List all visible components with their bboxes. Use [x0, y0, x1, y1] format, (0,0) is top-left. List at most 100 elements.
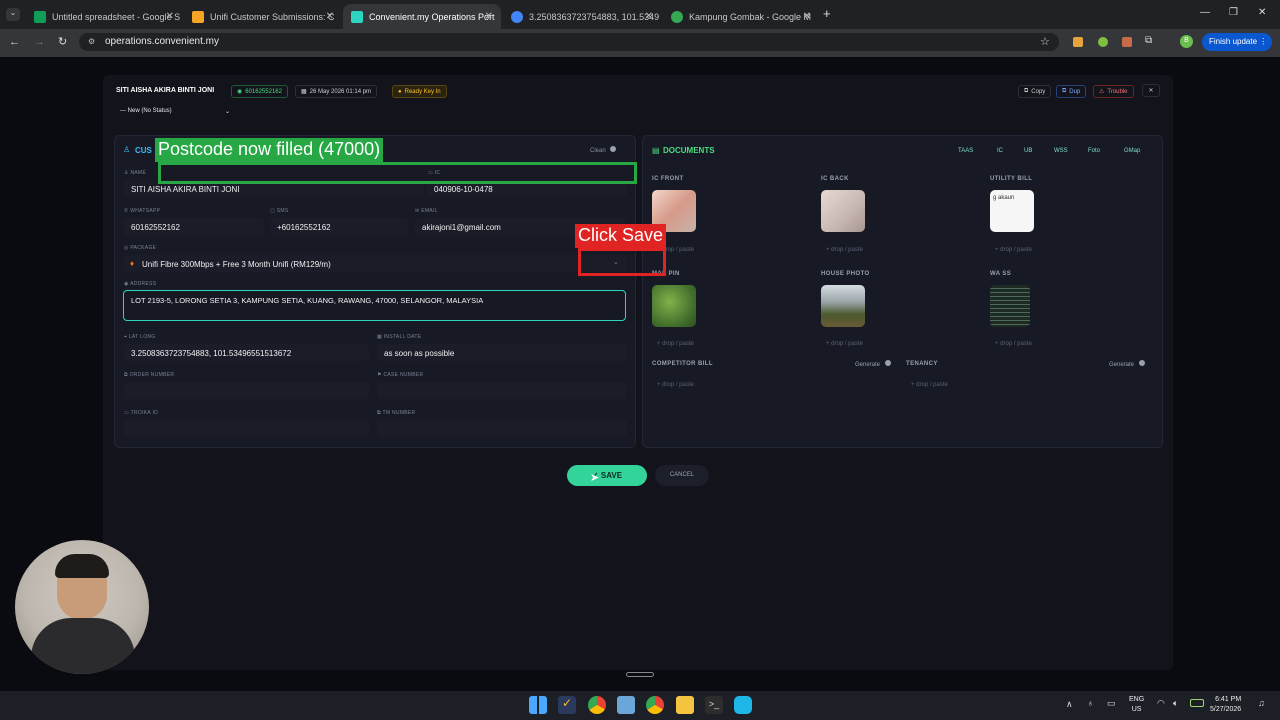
ic-back-thumbnail[interactable]	[821, 190, 865, 232]
copy-icon: ⧉	[1024, 88, 1029, 94]
competitor-generate-toggle[interactable]: Generate	[855, 360, 891, 368]
maximize-button[interactable]: ❐	[1229, 7, 1238, 18]
utility-bill-drop[interactable]: + drop / paste	[995, 247, 1032, 253]
tab-unifi[interactable]: Unifi Customer Submissions: C ✕	[184, 4, 342, 29]
back-icon[interactable]: ←	[9, 36, 20, 48]
extension-icon[interactable]	[1073, 37, 1083, 47]
app-icon[interactable]	[734, 696, 752, 714]
house-photo-drop[interactable]: + drop / paste	[826, 341, 863, 347]
close-icon[interactable]: ✕	[803, 11, 811, 22]
whatsapp-label: ✆ WHATSAPP	[124, 208, 161, 214]
file-explorer-icon[interactable]	[676, 696, 694, 714]
save-button[interactable]: ✓ SAVE	[567, 465, 647, 486]
battery-icon[interactable]	[1190, 699, 1204, 707]
case-number-field[interactable]	[377, 382, 627, 399]
notepad-icon[interactable]	[617, 696, 635, 714]
whatsapp-value: 60162552162	[131, 223, 180, 232]
dup-button[interactable]: ⧉ Dup	[1056, 85, 1087, 98]
tab-maps[interactable]: Kampung Gombak - Google M ✕	[663, 4, 819, 29]
wifi-icon[interactable]: ◠	[1157, 698, 1165, 709]
utility-bill-label: UTILITY BILL	[990, 176, 1033, 182]
puzzle-icon[interactable]: ⧉	[1145, 35, 1152, 46]
doc-chip-ic[interactable]: IC	[992, 144, 1008, 157]
install-date-value: as soon as possible	[384, 349, 455, 358]
warning-icon: ⚠	[1099, 89, 1105, 95]
terminal-icon[interactable]: >_	[705, 696, 723, 714]
competitor-bill-drop[interactable]: + drop / paste	[657, 382, 694, 388]
sheets-icon	[34, 10, 46, 23]
doc-chip-gmap[interactable]: GMap	[1119, 144, 1145, 157]
tab-operations[interactable]: Convenient.my Operations Port ✕	[343, 4, 501, 29]
chrome-icon[interactable]	[588, 696, 606, 714]
forward-icon[interactable]: →	[34, 36, 45, 48]
close-icon[interactable]: ✕	[166, 11, 174, 22]
close-modal-button[interactable]: ✕	[1142, 84, 1160, 97]
presenter-body	[31, 618, 135, 674]
trouble-button[interactable]: ⚠ Trouble	[1093, 85, 1134, 98]
sms-value: +60162552162	[277, 223, 331, 232]
doc-chip-ub[interactable]: UB	[1019, 144, 1037, 157]
order-number-label: ⧉ ORDER NUMBER	[124, 372, 175, 378]
toggle-dot	[884, 360, 891, 366]
close-window-button[interactable]: ✕	[1258, 7, 1266, 18]
extension-icon[interactable]	[1122, 37, 1132, 47]
display-icon[interactable]: ▭	[1107, 698, 1116, 709]
user-icon: ♙	[123, 145, 131, 154]
whatsapp-icon: ◉	[237, 89, 243, 95]
address-textarea[interactable]: LOT 2193-5, LORONG SETIA 3, KAMPUNG SETI…	[123, 290, 626, 321]
tenancy-label: TENANCY	[906, 361, 938, 367]
cancel-button[interactable]: CANCEL	[655, 465, 709, 486]
email-label: ✉ EMAIL	[415, 208, 438, 214]
tab-search-button[interactable]: ⌄	[6, 8, 20, 21]
wa-ss-thumbnail[interactable]	[990, 285, 1030, 327]
close-icon[interactable]: ✕	[485, 11, 493, 22]
tab-spreadsheet[interactable]: Untitled spreadsheet - Google S ✕	[26, 4, 182, 29]
tenancy-drop[interactable]: + drop / paste	[911, 382, 948, 388]
reload-icon[interactable]: ↻	[58, 35, 67, 48]
troika-id-field[interactable]	[124, 420, 369, 437]
notification-bell-icon[interactable]: ♫	[1258, 698, 1265, 708]
clock[interactable]: 6:41 PM 5/27/2026	[1210, 695, 1241, 715]
map-pin-thumbnail[interactable]	[652, 285, 696, 327]
profile-avatar[interactable]: B	[1180, 35, 1193, 48]
url-field[interactable]: operations.convenient.my	[79, 33, 1059, 51]
house-photo-thumbnail[interactable]	[821, 285, 865, 327]
volume-icon[interactable]: 🔈︎	[1173, 698, 1178, 709]
tab-latlong[interactable]: 3.2508363723754883, 101.5349 ✕	[503, 4, 661, 29]
scroll-handle[interactable]	[626, 672, 654, 677]
minimize-button[interactable]: —	[1200, 7, 1210, 18]
doc-chip-wss[interactable]: WSS	[1049, 144, 1073, 157]
ic-back-drop[interactable]: + drop / paste	[826, 247, 863, 253]
clean-toggle[interactable]: Clean	[590, 146, 617, 154]
mouse-cursor-icon: ➤	[590, 472, 600, 484]
whatsapp-chip[interactable]: ◉ 60162552162	[231, 85, 288, 98]
finish-update-button[interactable]: Finish update ⋮	[1202, 33, 1272, 51]
chevron-down-icon: ⌄	[224, 109, 230, 115]
utility-bill-thumbnail[interactable]: g akaun	[990, 190, 1034, 232]
bookmark-star-icon[interactable]: ☆	[1040, 35, 1050, 48]
copy-button[interactable]: ⧉ Copy	[1018, 85, 1052, 98]
order-number-field[interactable]	[124, 382, 369, 399]
map-pin-drop[interactable]: + drop / paste	[657, 341, 694, 347]
close-icon[interactable]: ✕	[326, 11, 334, 22]
tasks-icon[interactable]: ✓	[558, 696, 576, 714]
language-indicator[interactable]: ENG US	[1129, 695, 1144, 715]
doc-chip-taas[interactable]: TAAS	[953, 144, 978, 157]
webcam-overlay	[15, 540, 149, 674]
chrome-active-icon[interactable]	[646, 696, 664, 714]
competitor-bill-label: COMPETITOR BILL	[652, 361, 713, 367]
status-select[interactable]: — New (No Status) ⌄	[120, 106, 232, 118]
tenancy-generate-toggle[interactable]: Generate	[1109, 360, 1145, 368]
tray-overflow-icon[interactable]: ∧	[1066, 699, 1073, 710]
microphone-icon[interactable]: ♁	[1087, 698, 1094, 708]
site-info-icon[interactable]: ⚙	[88, 37, 95, 46]
extension-icon[interactable]	[1098, 37, 1108, 47]
install-date-label: ▦ INSTALL DATE	[377, 334, 422, 340]
doc-chip-foto[interactable]: Foto	[1083, 144, 1105, 157]
tm-number-field[interactable]	[377, 420, 627, 437]
windows-start-icon[interactable]	[529, 696, 547, 714]
wa-ss-drop[interactable]: + drop / paste	[995, 341, 1032, 347]
package-icon: ♦	[130, 259, 135, 268]
new-tab-button[interactable]: +	[823, 6, 831, 21]
close-icon[interactable]: ✕	[645, 11, 653, 22]
